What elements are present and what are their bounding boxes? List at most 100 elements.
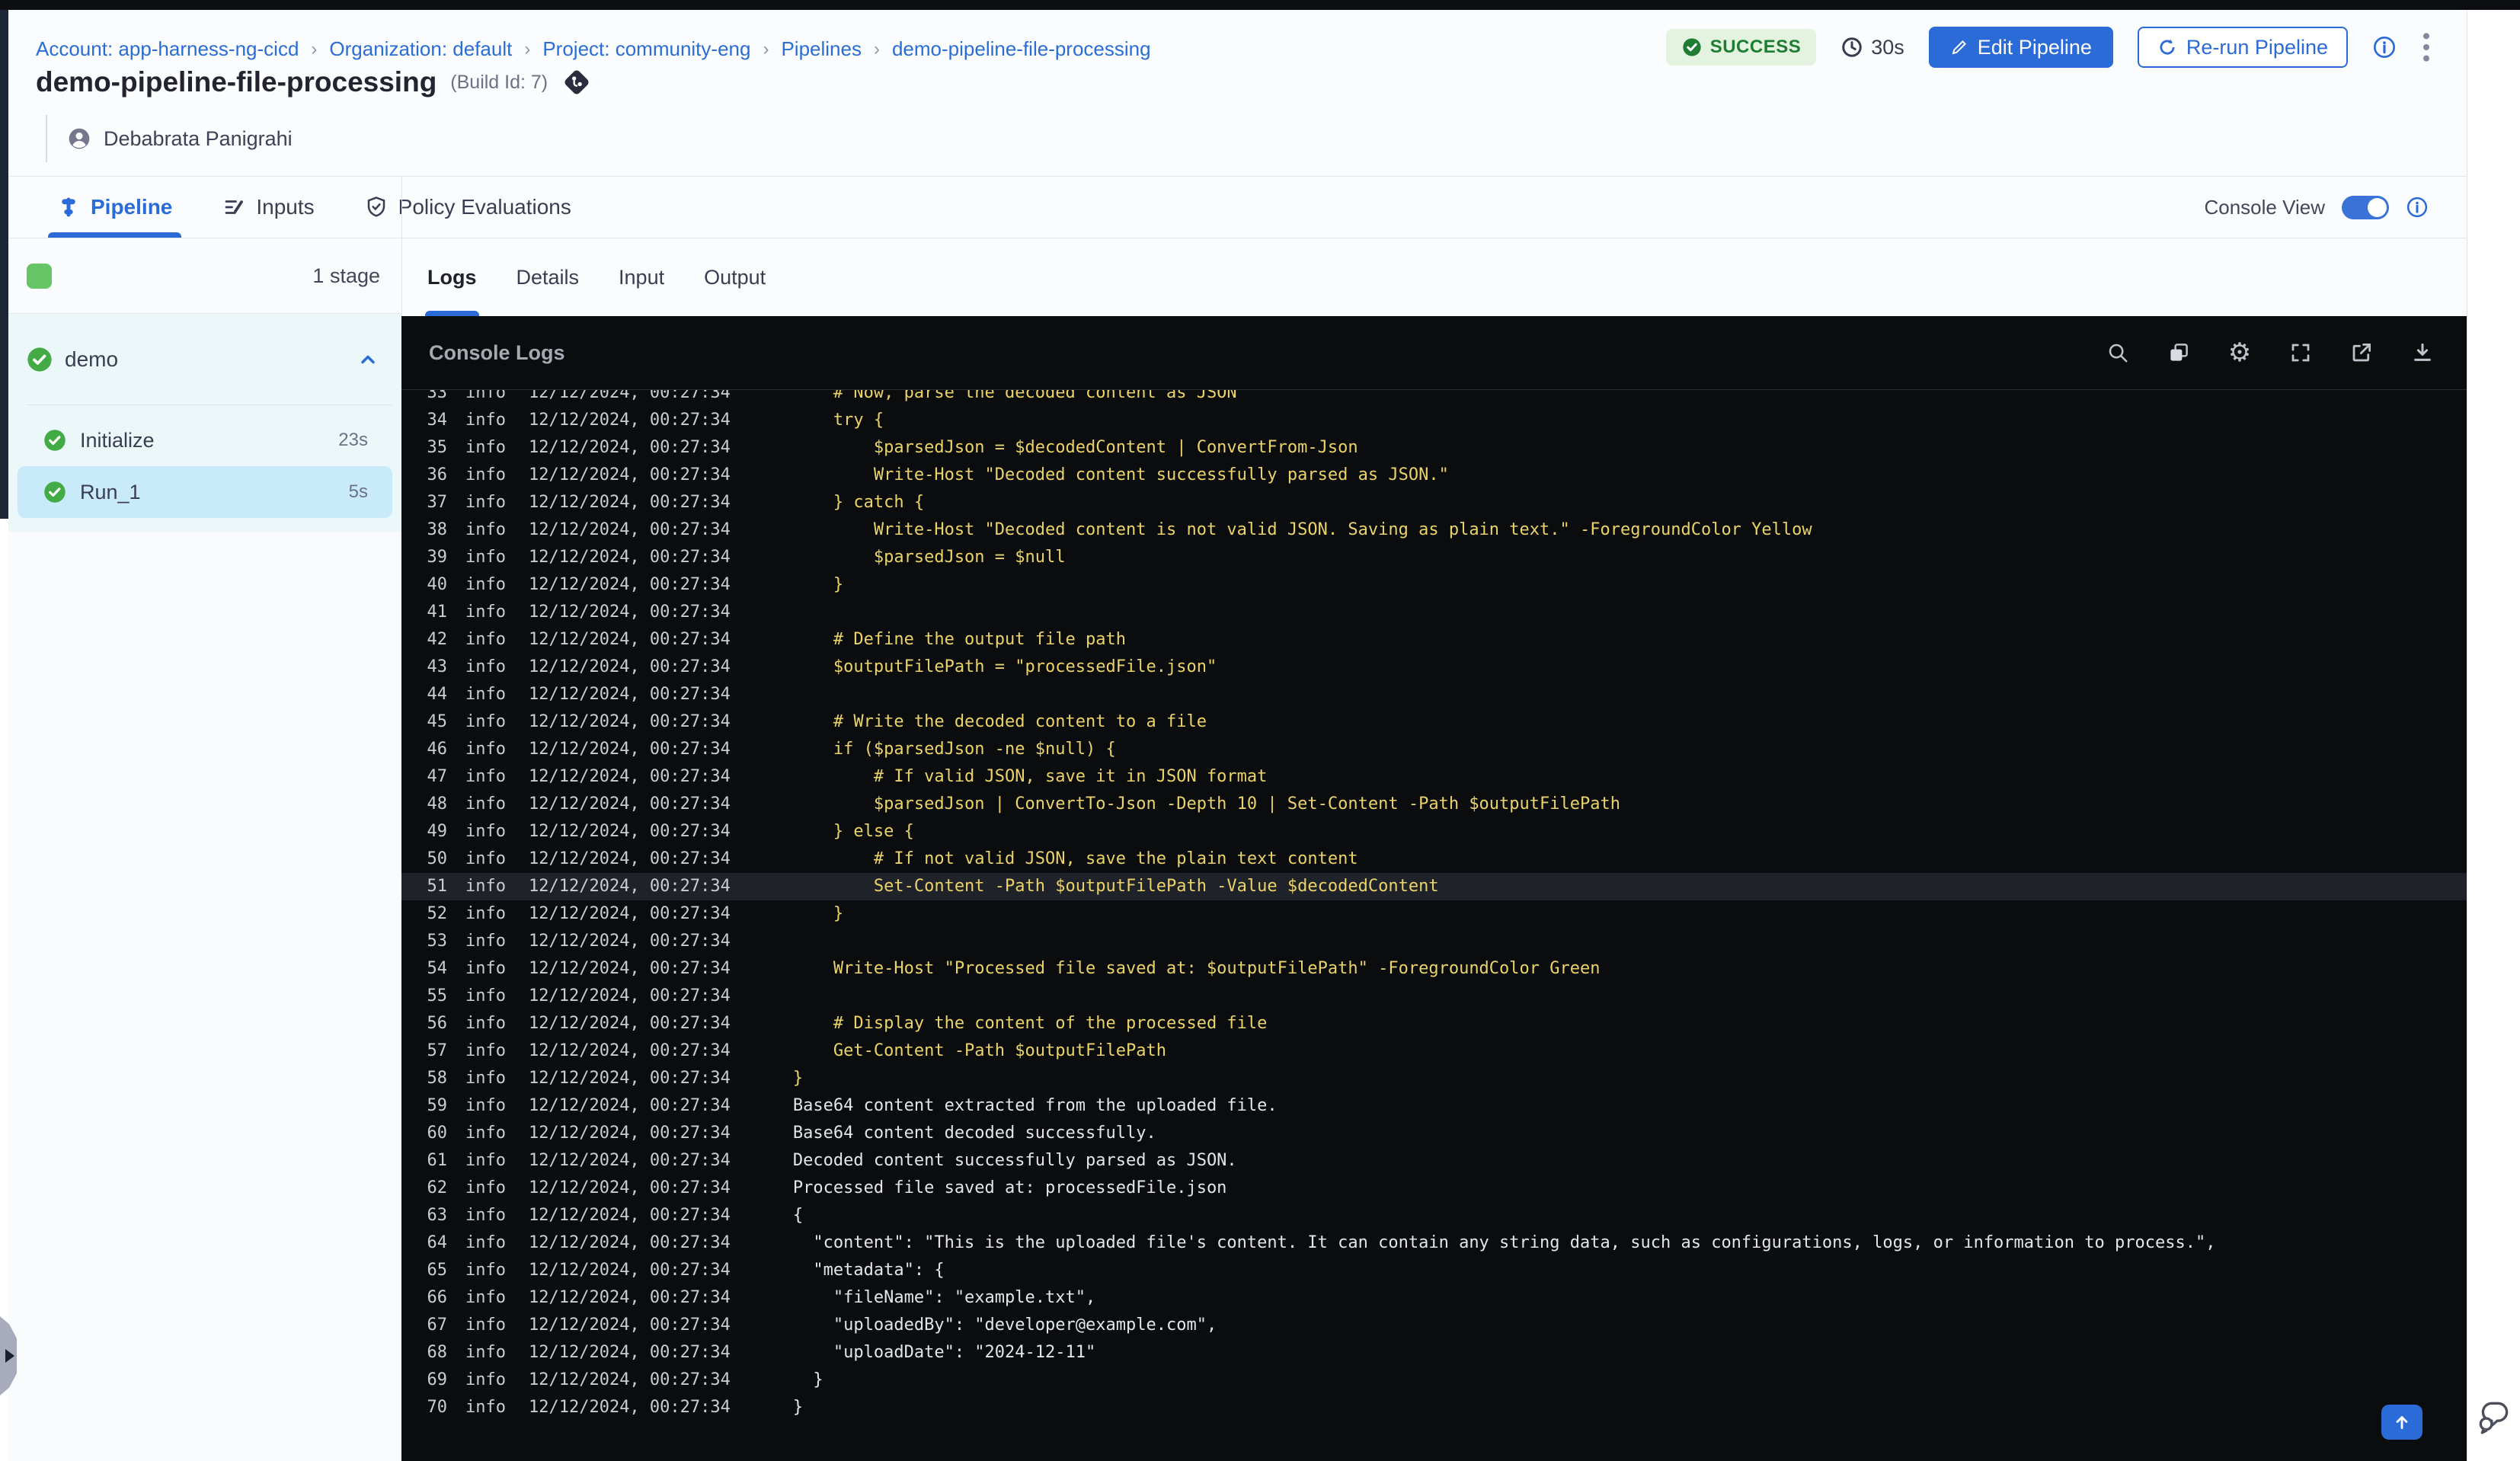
log-level: info — [465, 740, 506, 759]
log-line-number: 45 — [427, 712, 448, 731]
pencil-icon — [1952, 40, 1966, 55]
log-line-number: 49 — [427, 822, 448, 841]
breadcrumb-link[interactable]: Pipelines — [781, 37, 862, 61]
edit-pipeline-button[interactable]: Edit Pipeline — [1928, 27, 2113, 68]
log-level: info — [465, 1370, 506, 1389]
log-timestamp: 12/12/2024, 00:27:34 — [528, 1124, 731, 1143]
tab-output[interactable]: Output — [704, 238, 766, 316]
log-message: } — [792, 1398, 804, 1417]
log-timestamp: 12/12/2024, 00:27:34 — [528, 877, 731, 896]
log-line-59: 59 info 12/12/2024, 00:27:34 Base64 content… — [401, 1092, 2467, 1120]
log-timestamp: 12/12/2024, 00:27:34 — [528, 1316, 731, 1335]
copy-icon[interactable] — [2167, 340, 2191, 365]
log-line-61: 61 info 12/12/2024, 00:27:34 Decoded conten… — [401, 1147, 2467, 1175]
log-line-number: 58 — [427, 1069, 448, 1088]
log-line-number: 40 — [427, 575, 448, 594]
search-icon[interactable] — [2106, 340, 2130, 365]
rerun-pipeline-button[interactable]: Re-run Pipeline — [2137, 27, 2348, 68]
inputs-icon — [225, 200, 244, 214]
stage-divider — [27, 404, 392, 405]
log-level: info — [465, 575, 506, 594]
log-timestamp: 12/12/2024, 00:27:34 — [528, 548, 731, 567]
author-name: Debabrata Panigrahi — [104, 126, 293, 150]
log-line-58: 58 info 12/12/2024, 00:27:34} — [401, 1065, 2467, 1092]
breadcrumb-separator: › — [873, 38, 880, 59]
tab-pipeline[interactable]: Pipeline — [47, 177, 182, 238]
step-row-Run_1[interactable]: Run_1 5s — [18, 466, 392, 518]
log-timestamp: 12/12/2024, 00:27:34 — [528, 1206, 731, 1225]
log-timestamp: 12/12/2024, 00:27:34 — [528, 1096, 731, 1115]
log-timestamp: 12/12/2024, 00:27:34 — [528, 520, 731, 539]
log-timestamp: 12/12/2024, 00:27:34 — [528, 1233, 731, 1252]
breadcrumb-link[interactable]: Account: app-harness-ng-cicd — [36, 37, 299, 61]
download-icon[interactable] — [2410, 340, 2435, 365]
console-view-info-icon[interactable] — [2406, 196, 2429, 219]
stage-success-icon — [27, 347, 52, 372]
build-id: (Build Id: 7) — [450, 71, 548, 93]
log-level: info — [465, 1014, 506, 1033]
log-line-number: 57 — [427, 1041, 448, 1060]
breadcrumb-link[interactable]: demo-pipeline-file-processing — [892, 37, 1151, 61]
log-timestamp: 12/12/2024, 00:27:34 — [528, 1398, 731, 1417]
log-level: info — [465, 548, 506, 567]
log-line-number: 68 — [427, 1343, 448, 1362]
execution-info-icon[interactable] — [2372, 35, 2397, 59]
console-view-control: Console View — [2204, 195, 2467, 219]
log-timestamp: 12/12/2024, 00:27:34 — [528, 685, 731, 704]
log-line-number: 33 — [427, 390, 448, 402]
log-line-number: 34 — [427, 411, 448, 430]
log-line-68: 68 info 12/12/2024, 00:27:34 "uploadDate":… — [401, 1339, 2467, 1367]
log-timestamp: 12/12/2024, 00:27:34 — [528, 411, 731, 430]
stage-row-demo[interactable]: demo — [8, 314, 401, 405]
log-message: $parsedJson | ConvertTo-Json -Depth 10 |… — [792, 794, 1620, 814]
tab-logs[interactable]: Logs — [425, 238, 478, 316]
log-scroll-area[interactable]: 33 info 12/12/2024, 00:27:34 # Now, parse … — [401, 390, 2467, 1461]
log-line-number: 60 — [427, 1124, 448, 1143]
tab-details[interactable]: Details — [516, 238, 580, 316]
log-level: info — [465, 1233, 506, 1252]
help-chat-icon[interactable] — [2475, 1398, 2513, 1440]
shield-check-icon — [367, 197, 385, 217]
log-timestamp: 12/12/2024, 00:27:34 — [528, 740, 731, 759]
log-timestamp: 12/12/2024, 00:27:34 — [528, 1261, 731, 1280]
breadcrumb-link[interactable]: Organization: default — [329, 37, 512, 61]
log-message: Write-Host "Processed file saved at: $ou… — [792, 959, 1601, 978]
log-line-62: 62 info 12/12/2024, 00:27:34 Processed file… — [401, 1175, 2467, 1202]
tab-policy-evaluations[interactable]: Policy Evaluations — [365, 177, 571, 238]
step-name: Run_1 — [80, 480, 141, 504]
step-success-icon — [44, 481, 66, 503]
view-tab-row: Pipeline Inputs Policy Evaluations Conso… — [8, 177, 2467, 238]
log-line-50: 50 info 12/12/2024, 00:27:34 # If not vali… — [401, 846, 2467, 873]
log-message: try { — [792, 411, 884, 430]
scroll-to-top-button[interactable] — [2381, 1405, 2422, 1440]
settings-gear-icon[interactable]: ⚙ — [2227, 340, 2252, 366]
log-level: info — [465, 932, 506, 951]
log-level: info — [465, 603, 506, 622]
log-line-45: 45 info 12/12/2024, 00:27:34 # Write the d… — [401, 708, 2467, 736]
more-options-kebab-icon[interactable] — [2421, 32, 2432, 62]
log-timestamp: 12/12/2024, 00:27:34 — [528, 438, 731, 457]
page-header: Account: app-harness-ng-cicd › Organizatio… — [8, 10, 2467, 177]
breadcrumb-link[interactable]: Project: community-eng — [542, 37, 750, 61]
log-line-42: 42 info 12/12/2024, 00:27:34 # Define the … — [401, 626, 2467, 654]
log-line-number: 42 — [427, 630, 448, 649]
git-source-icon[interactable] — [561, 67, 592, 98]
log-line-54: 54 info 12/12/2024, 00:27:34 Write-Host "P… — [401, 955, 2467, 983]
log-level: info — [465, 685, 506, 704]
log-line-number: 62 — [427, 1178, 448, 1197]
execution-content: 1 stage demo Initialize 23s Run_1 5s Logs D… — [8, 238, 2467, 1461]
tab-inputs[interactable]: Inputs — [222, 177, 315, 238]
log-line-49: 49 info 12/12/2024, 00:27:34 } else { — [401, 818, 2467, 846]
breadcrumb: Account: app-harness-ng-cicd › Organizatio… — [36, 37, 1151, 61]
log-line-41: 41 info 12/12/2024, 00:27:34 — [401, 599, 2467, 626]
log-message: } catch { — [792, 493, 925, 512]
console-header: Console Logs ⚙ — [401, 316, 2467, 390]
tab-input[interactable]: Input — [619, 238, 664, 316]
console-view-toggle[interactable] — [2342, 195, 2389, 219]
log-timestamp: 12/12/2024, 00:27:34 — [528, 630, 731, 649]
fullscreen-icon[interactable] — [2288, 340, 2313, 365]
chevron-up-icon[interactable] — [357, 349, 379, 370]
step-row-Initialize[interactable]: Initialize 23s — [18, 414, 392, 466]
console-view-label: Console View — [2204, 195, 2325, 219]
open-in-new-icon[interactable] — [2349, 340, 2374, 365]
